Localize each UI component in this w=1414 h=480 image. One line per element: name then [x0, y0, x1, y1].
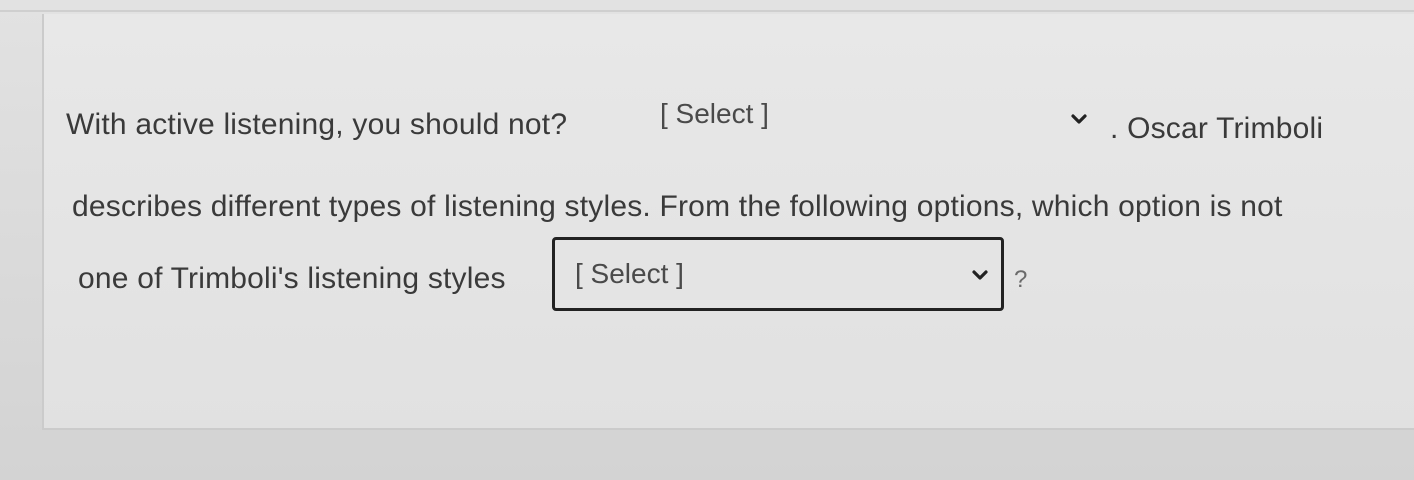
chevron-down-icon	[969, 264, 991, 286]
question-text-line3-prefix: one of Trimboli's listening styles	[78, 262, 506, 295]
question-text-line3-suffix: ?	[1014, 266, 1028, 293]
second-answer-dropdown[interactable]: [ Select ]	[552, 237, 1004, 311]
question-text-line1-prefix: With active listening, you should not?	[66, 108, 568, 141]
question-text-line1-suffix: . Oscar Trimboli	[1110, 112, 1324, 145]
top-divider	[0, 10, 1414, 12]
chevron-down-icon	[1068, 108, 1090, 130]
quiz-page: With active listening, you should not? […	[0, 0, 1414, 480]
first-answer-dropdown[interactable]: [ Select ]	[652, 96, 1102, 144]
first-dropdown-value: [ Select ]	[660, 98, 769, 129]
question-text-line2: describes different types of listening s…	[72, 190, 1283, 223]
second-dropdown-value: [ Select ]	[575, 258, 684, 289]
